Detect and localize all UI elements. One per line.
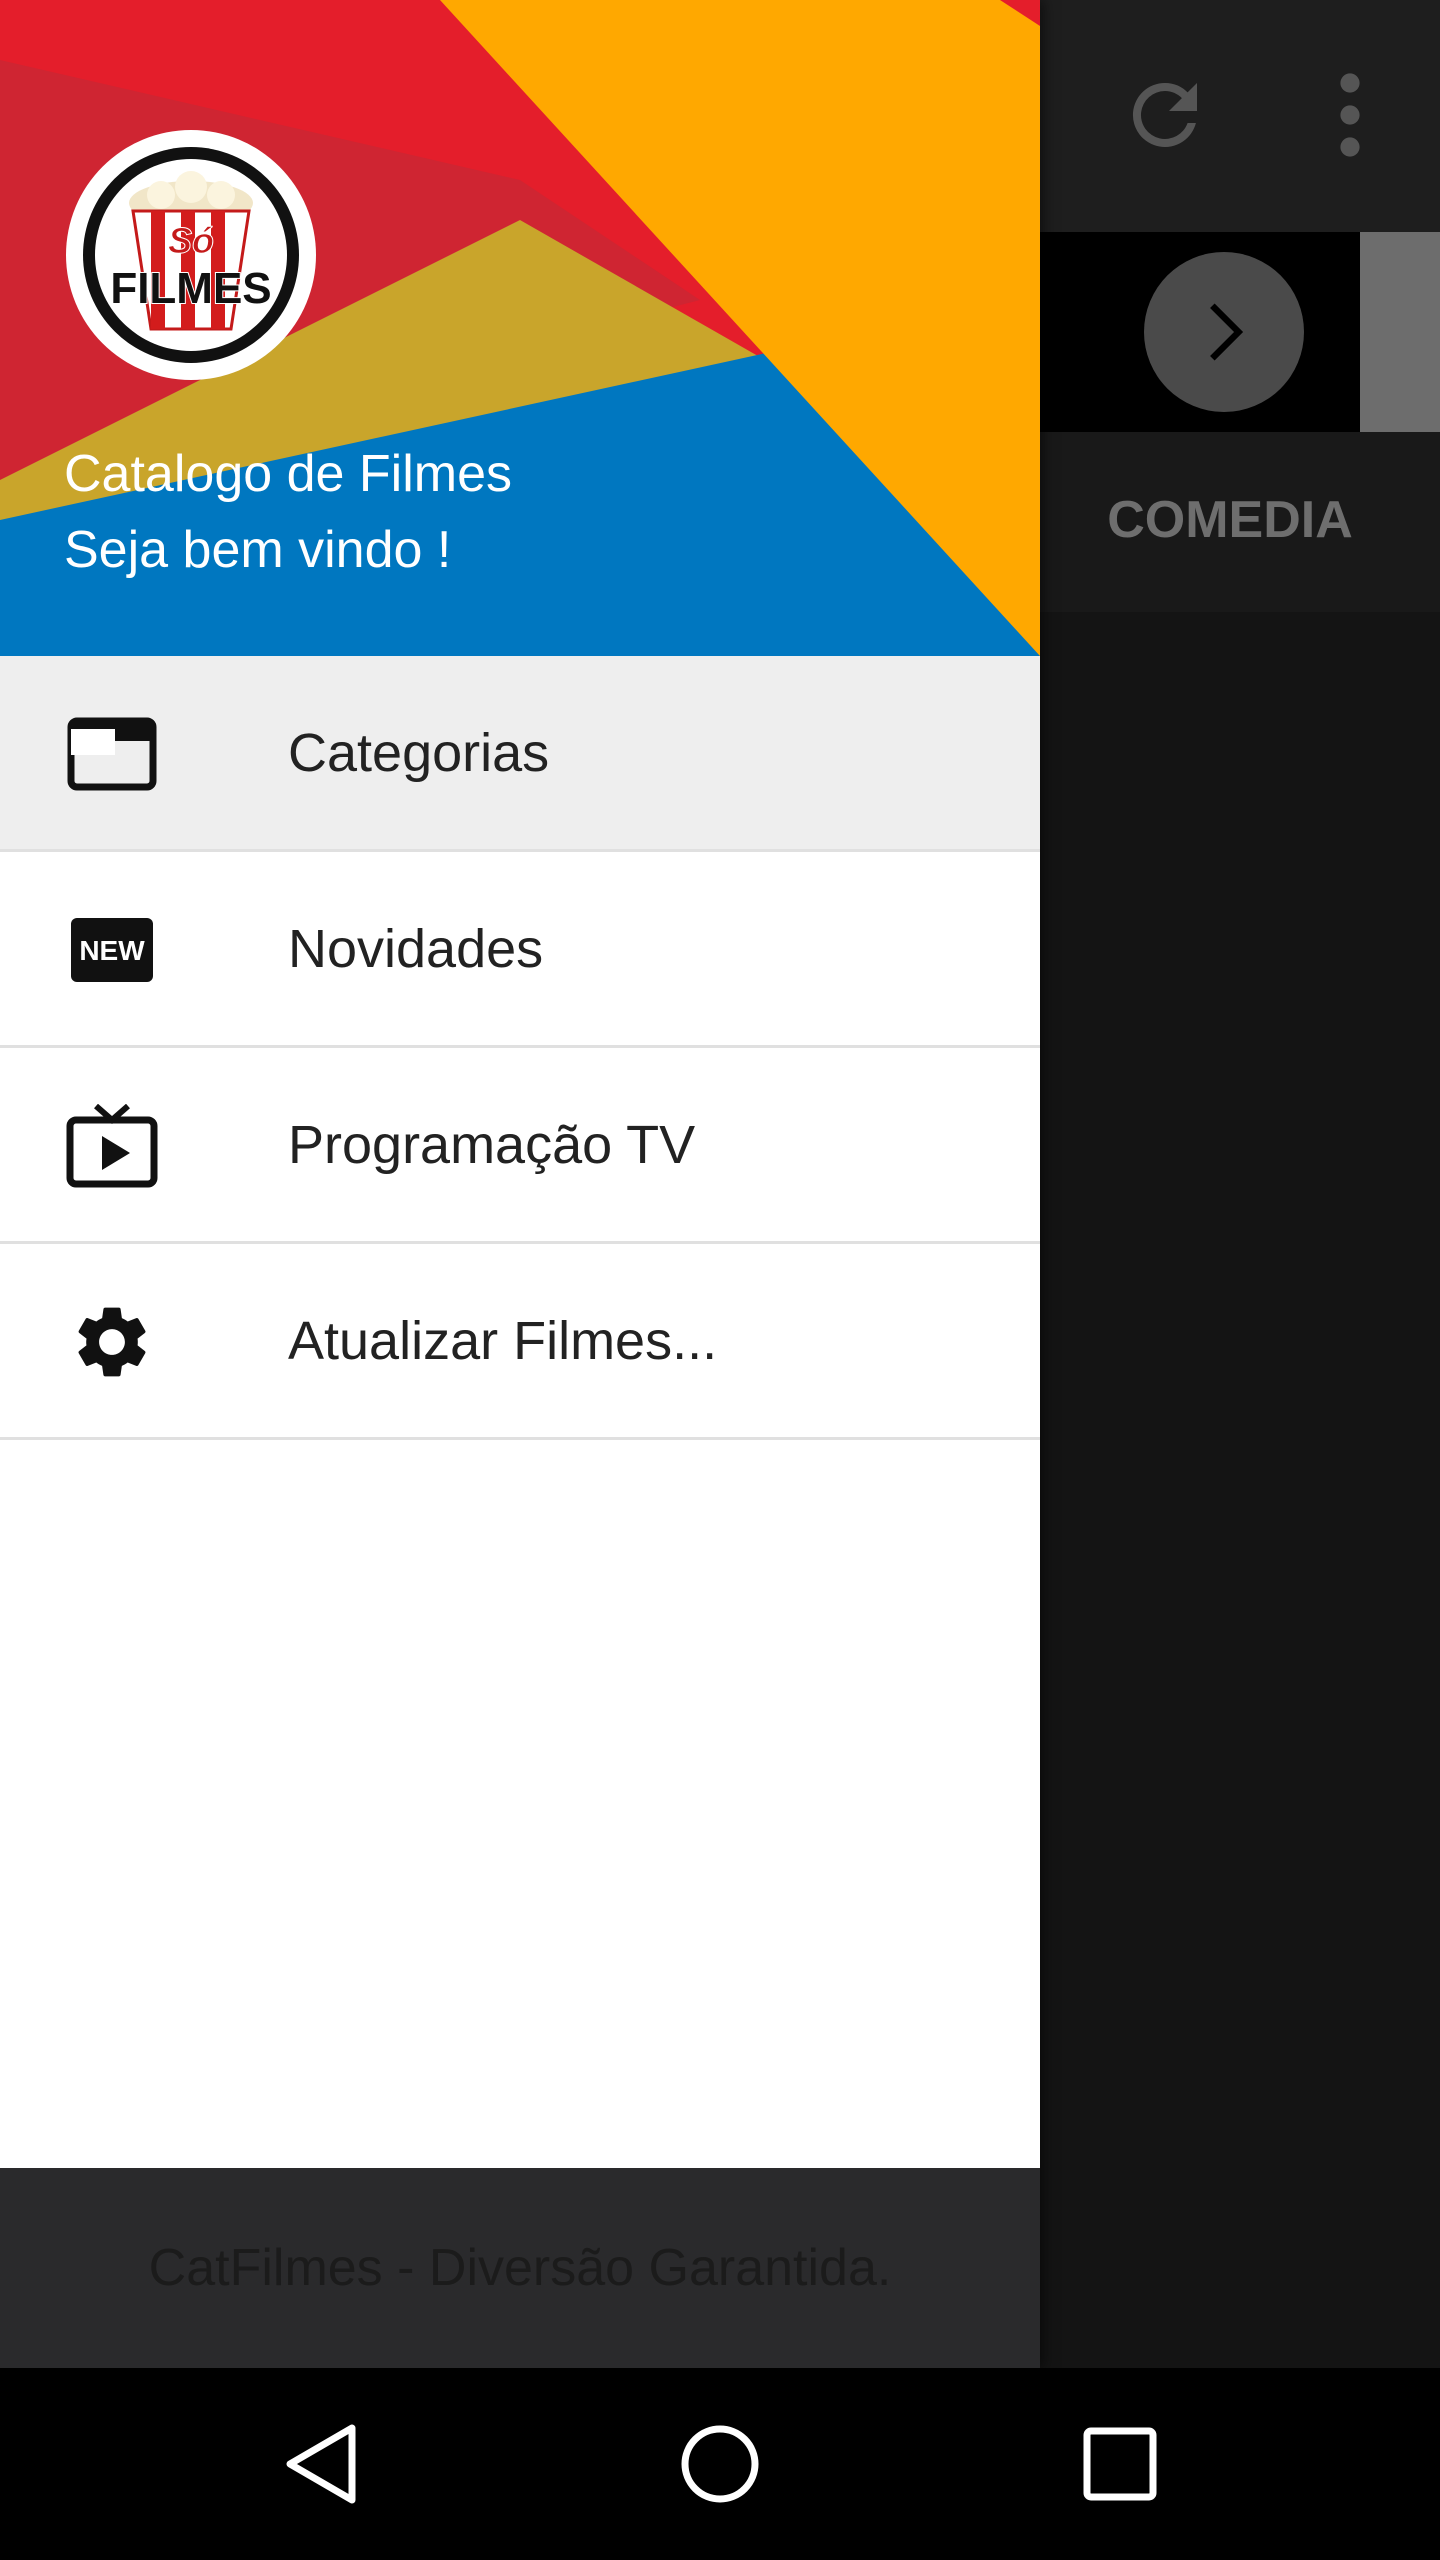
- gear-icon: [62, 1292, 162, 1392]
- menu-item-label: Programação TV: [288, 1114, 696, 1175]
- more-vert-icon[interactable]: [1300, 60, 1400, 170]
- footer-text: CatFilmes - Diversão Garantida.: [148, 2239, 892, 2297]
- menu-item-label: Atualizar Filmes...: [288, 1310, 718, 1371]
- refresh-icon[interactable]: [1110, 60, 1220, 170]
- home-icon[interactable]: [660, 2404, 780, 2524]
- category-label[interactable]: COMEDIA: [1040, 490, 1420, 550]
- menu-item-novidades[interactable]: NEW Novidades: [0, 852, 1040, 1048]
- menu-item-categorias[interactable]: Categorias: [0, 656, 1040, 852]
- recents-icon[interactable]: [1060, 2404, 1180, 2524]
- system-nav-bar: [0, 2368, 1440, 2560]
- tab-icon: [62, 704, 162, 804]
- drawer-menu: Categorias NEW Novidades Programação TV …: [0, 656, 1040, 1440]
- chevron-right-icon[interactable]: [1144, 252, 1304, 412]
- menu-item-programacao-tv[interactable]: Programação TV: [0, 1048, 1040, 1244]
- menu-item-label: Novidades: [288, 918, 544, 979]
- live-tv-icon: [62, 1096, 162, 1196]
- menu-item-atualizar-filmes[interactable]: Atualizar Filmes...: [0, 1244, 1040, 1440]
- navigation-drawer: Só FILMES Catalogo de Filmes Seja bem vi…: [0, 0, 1040, 2368]
- header-subtitle: Seja bem vindo !: [64, 521, 452, 579]
- svg-text:NEW: NEW: [79, 935, 145, 966]
- new-badge-icon: NEW: [62, 900, 162, 1000]
- app-logo: Só FILMES: [66, 130, 316, 380]
- back-icon[interactable]: [262, 2404, 382, 2524]
- drawer-footer: CatFilmes - Diversão Garantida.: [0, 2168, 1040, 2368]
- drawer-header: Só FILMES Catalogo de Filmes Seja bem vi…: [0, 0, 1040, 656]
- header-title: Catalogo de Filmes: [64, 445, 512, 503]
- banner-peek-image: [1360, 232, 1440, 432]
- menu-item-label: Categorias: [288, 722, 550, 783]
- screen: COMEDIA Só FILMES Catalogo de Filmes Sej…: [0, 0, 1440, 2560]
- logo-text-bottom: FILMES: [110, 264, 271, 313]
- logo-text-top: Só: [168, 220, 214, 261]
